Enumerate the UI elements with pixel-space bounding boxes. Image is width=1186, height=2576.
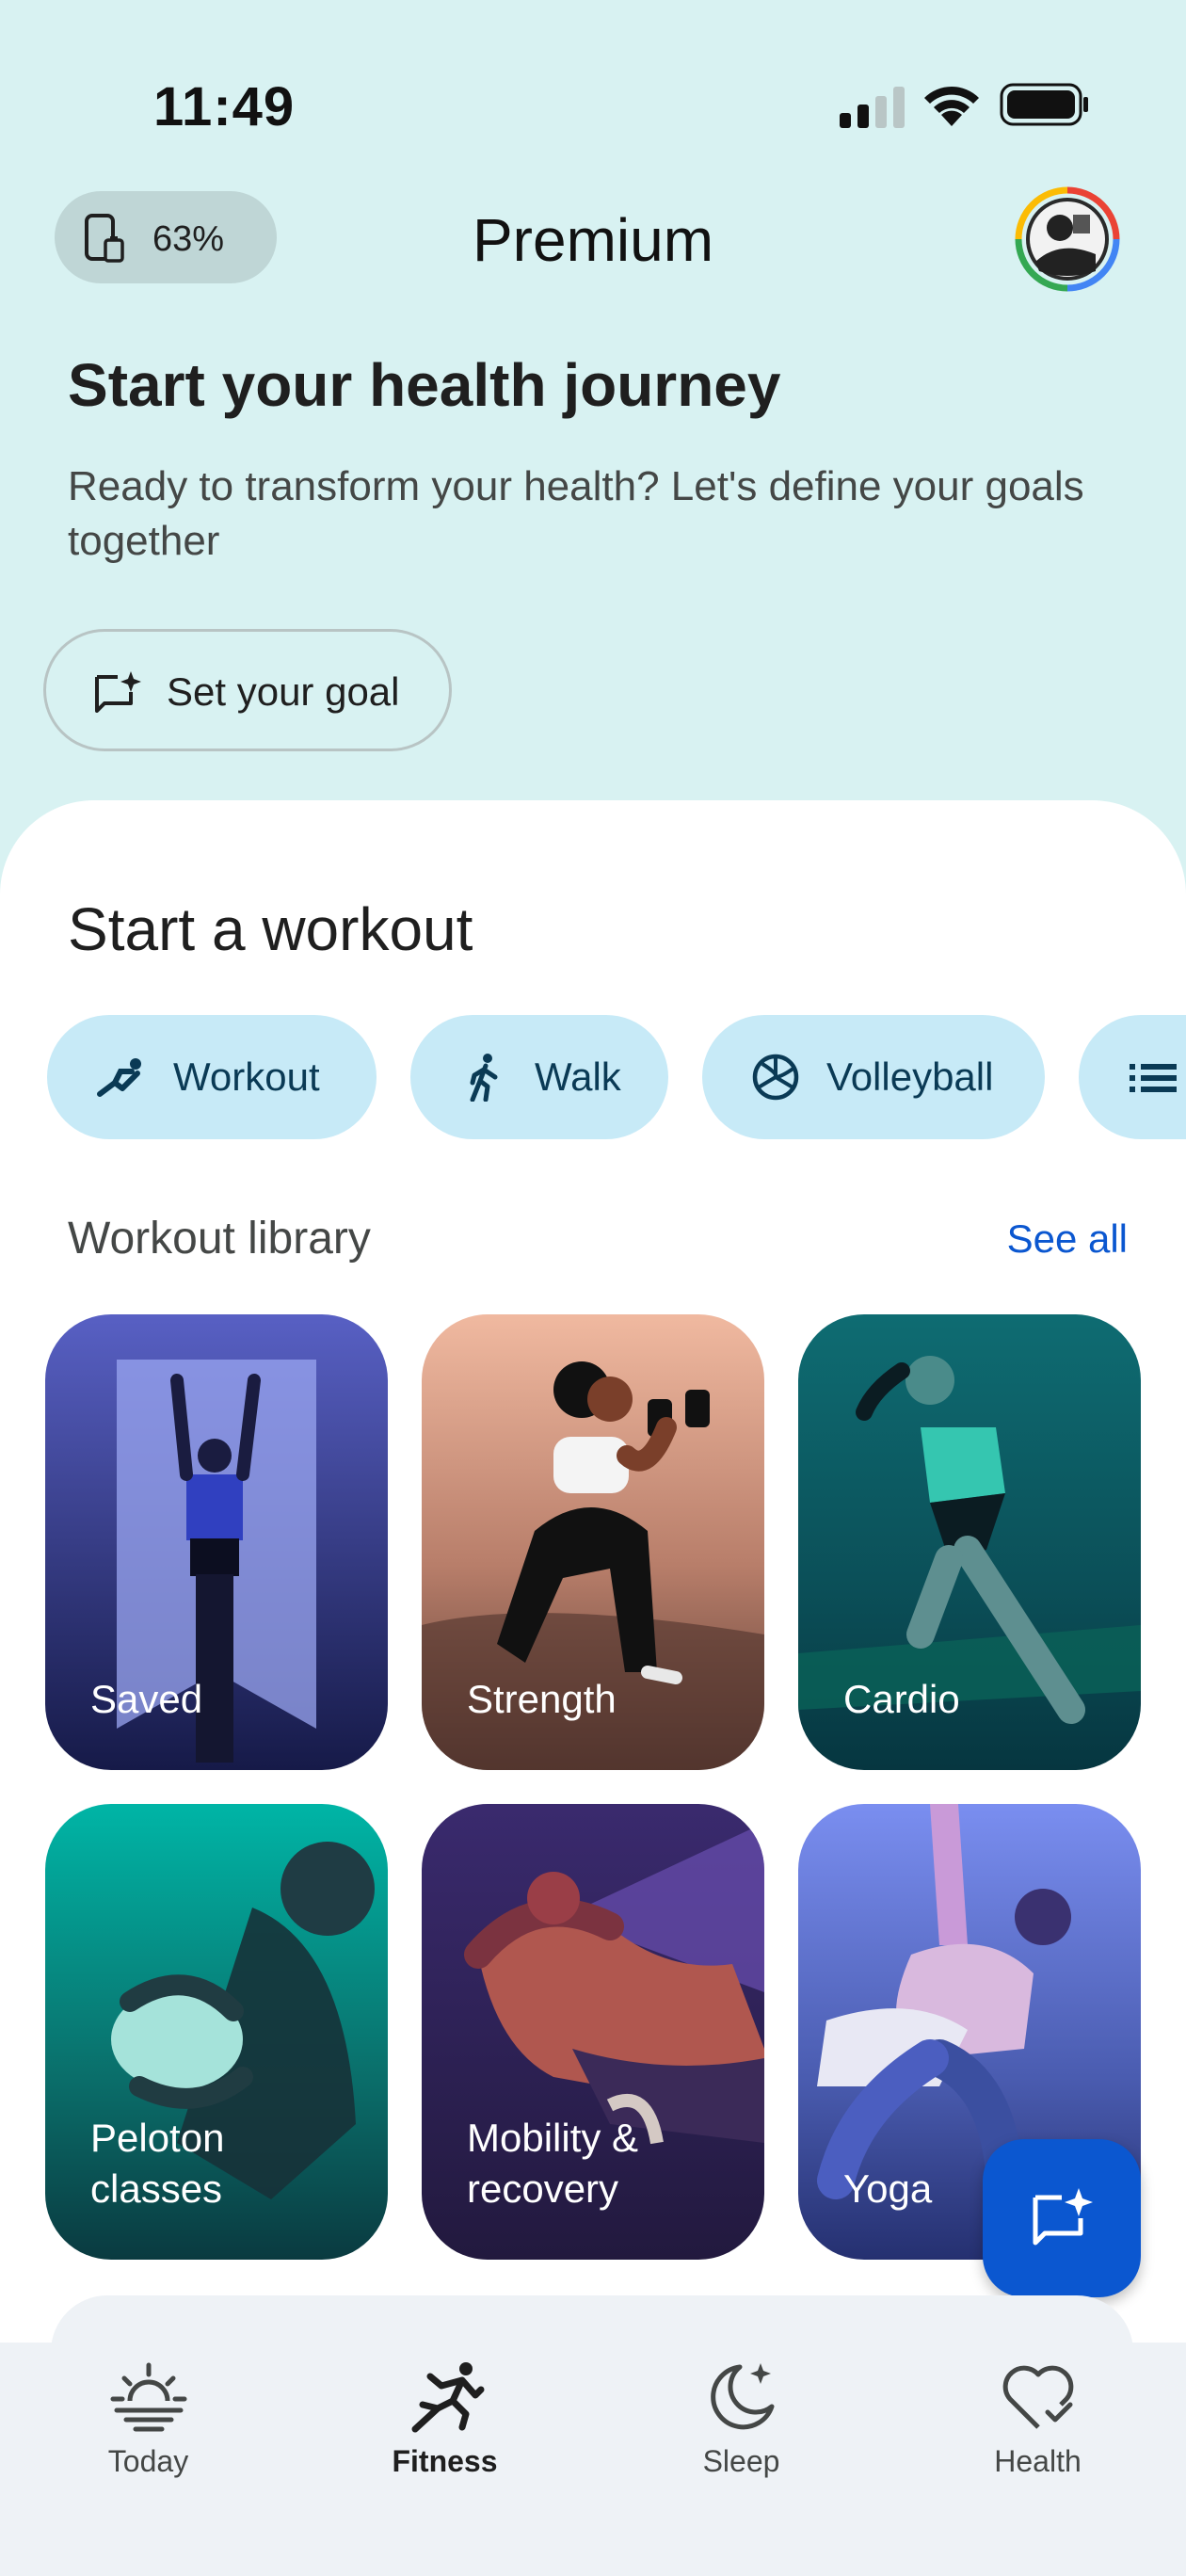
moon-icon bbox=[711, 2363, 775, 2430]
nav-health-label: Health bbox=[994, 2444, 1082, 2478]
hero-heading: Start your health journey bbox=[68, 351, 781, 419]
card-label-peloton: Peloton classes bbox=[90, 2116, 225, 2211]
hero-subtitle: Ready to transform your health? Let's de… bbox=[68, 463, 1084, 564]
nav-sleep[interactable]: Sleep bbox=[593, 2343, 890, 2576]
start-workout-heading: Start a workout bbox=[68, 895, 473, 963]
nav-today-label: Today bbox=[107, 2444, 189, 2478]
walk-icon bbox=[470, 1054, 498, 1102]
chip-walk-label: Walk bbox=[535, 1055, 621, 1099]
library-card-saved[interactable]: Saved bbox=[45, 1314, 388, 1770]
card-label-strength: Strength bbox=[467, 1677, 617, 1721]
bottom-nav: Today Fitness Sleep Health bbox=[0, 2343, 1186, 2576]
coach-chat-button[interactable] bbox=[983, 2139, 1141, 2297]
chip-volleyball[interactable]: Volleyball bbox=[702, 1015, 1045, 1139]
chip-workout-label: Workout bbox=[173, 1055, 320, 1099]
see-all-link[interactable]: See all bbox=[1007, 1216, 1128, 1262]
running-icon bbox=[411, 2362, 485, 2433]
battery-icon bbox=[1000, 83, 1088, 126]
chip-workout[interactable]: Workout bbox=[47, 1015, 377, 1139]
status-bar: 11:49 bbox=[0, 0, 1186, 188]
library-card-mobility[interactable]: Mobility & recovery bbox=[422, 1804, 764, 2260]
cellular-signal-icon bbox=[840, 87, 905, 128]
wifi-icon bbox=[924, 86, 979, 126]
chip-more[interactable] bbox=[1079, 1015, 1186, 1139]
chat-sparkle-icon bbox=[1033, 2188, 1093, 2246]
nav-sleep-label: Sleep bbox=[702, 2444, 780, 2478]
chip-walk[interactable]: Walk bbox=[410, 1015, 668, 1139]
workout-chips-row: Workout Walk Volleyball bbox=[0, 1015, 1186, 1141]
set-goal-label: Set your goal bbox=[167, 669, 400, 714]
avatar[interactable] bbox=[1015, 186, 1120, 292]
library-card-strength[interactable]: Strength bbox=[422, 1314, 764, 1770]
card-label-cardio: Cardio bbox=[843, 1677, 960, 1721]
list-icon bbox=[1130, 1064, 1177, 1092]
nav-fitness[interactable]: Fitness bbox=[296, 2343, 593, 2576]
card-label-saved: Saved bbox=[90, 1677, 203, 1721]
card-label-mobility: Mobility & recovery bbox=[467, 2116, 639, 2211]
heart-check-icon bbox=[1002, 2365, 1074, 2429]
nav-health[interactable]: Health bbox=[890, 2343, 1186, 2576]
library-card-cardio[interactable]: Cardio bbox=[798, 1314, 1141, 1770]
status-time: 11:49 bbox=[153, 76, 296, 137]
nav-today[interactable]: Today bbox=[0, 2343, 296, 2576]
chip-volleyball-label: Volleyball bbox=[826, 1055, 994, 1099]
set-goal-button[interactable]: Set your goal bbox=[43, 629, 452, 751]
library-card-peloton[interactable]: Peloton classes bbox=[45, 1804, 388, 2260]
nav-fitness-label: Fitness bbox=[392, 2444, 498, 2478]
workout-library-heading: Workout library bbox=[68, 1214, 371, 1264]
chat-sparkle-icon bbox=[95, 671, 141, 713]
volleyball-icon bbox=[752, 1054, 799, 1101]
sunrise-icon bbox=[110, 2362, 187, 2432]
page-title: Premium bbox=[472, 206, 714, 274]
workout-icon bbox=[97, 1058, 141, 1097]
